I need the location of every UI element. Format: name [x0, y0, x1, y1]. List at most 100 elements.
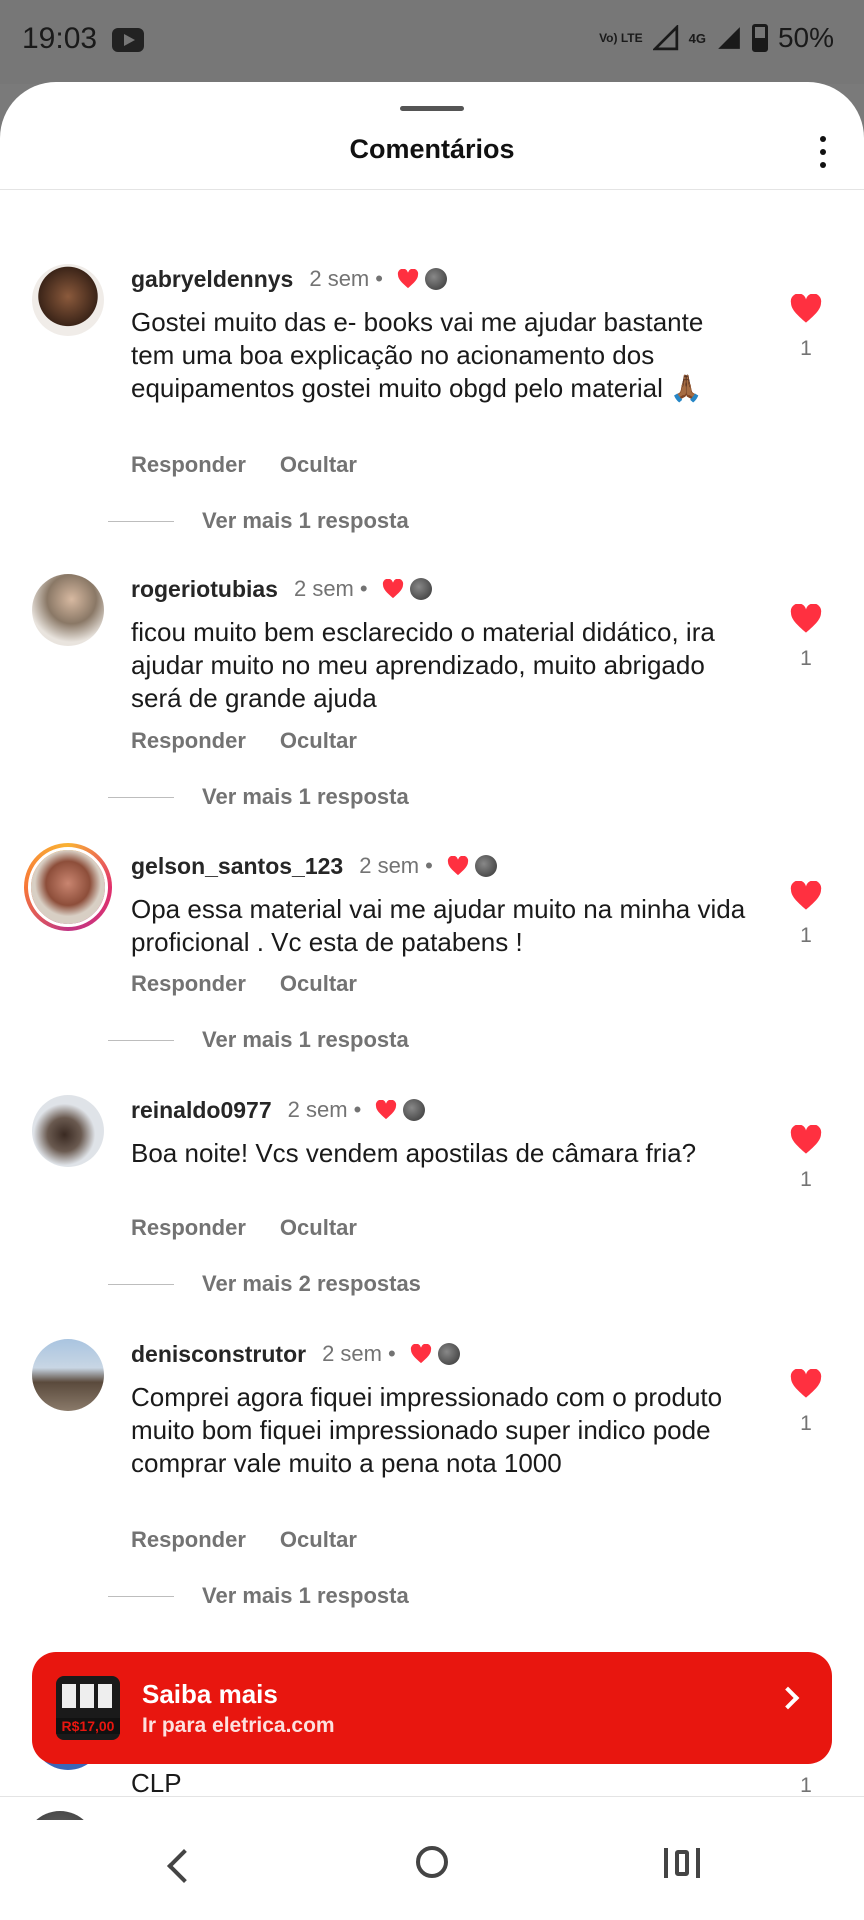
like-count: 1 [800, 1774, 812, 1797]
like-column: 1 [786, 603, 826, 671]
hide-button[interactable]: Ocultar [280, 971, 357, 997]
creator-avatar [403, 1099, 426, 1121]
comment-text: ficou muito bem esclarecido o material d… [131, 617, 715, 713]
heart-icon[interactable] [789, 880, 823, 911]
view-replies-button[interactable]: Ver mais 1 resposta [108, 1027, 409, 1053]
like-column: 1 [786, 880, 826, 948]
creator-avatar [474, 855, 497, 877]
system-navigation-bar [0, 1820, 864, 1920]
heart-icon[interactable] [789, 293, 823, 324]
comment-time: 2 sem [293, 576, 354, 601]
like-column: 1 [786, 1124, 826, 1192]
battery-level: 50% [777, 22, 834, 53]
hide-button[interactable]: Ocultar [280, 728, 357, 754]
comment-time: 2 sem [309, 266, 370, 291]
avatar[interactable] [32, 574, 104, 646]
network-type: 4G [688, 30, 706, 46]
comment-actions: Responder Ocultar [131, 1215, 357, 1241]
status-time: 19:03 [22, 22, 98, 55]
hide-button[interactable]: Ocultar [280, 1215, 357, 1241]
heart-icon[interactable] [789, 603, 823, 634]
view-replies-button[interactable]: Ver mais 1 resposta [108, 508, 409, 534]
comment-time: 2 sem [287, 1097, 348, 1122]
chevron-right-icon [776, 1686, 800, 1710]
sheet-title: Comentários [349, 134, 515, 164]
like-count: 1 [800, 1168, 812, 1191]
view-replies-button[interactable]: Ver mais 1 resposta [108, 1583, 409, 1609]
comment-header: gelson_santos_123 2 sem • [131, 851, 497, 881]
comment-text: Comprei agora fiquei impressionado com o… [131, 1382, 723, 1478]
creator-liked-heart-icon [382, 579, 403, 599]
like-column: 1 [786, 1368, 826, 1436]
reply-button[interactable]: Responder [131, 728, 246, 754]
comment-actions: Responder Ocultar [131, 1527, 357, 1553]
hide-button[interactable]: Ocultar [280, 1527, 357, 1553]
view-replies-label: Ver mais 1 resposta [202, 1027, 409, 1052]
like-column: 1 [786, 293, 826, 361]
avatar-with-story-ring[interactable] [24, 843, 112, 931]
creator-liked-heart-icon [397, 269, 419, 289]
comment-header: gabryeldennys 2 sem • [131, 264, 447, 294]
more-vertical-icon [820, 136, 826, 142]
comments-list: gabryeldennys 2 sem • Gostei muito das e… [0, 190, 864, 1810]
comment-time: 2 sem [359, 853, 420, 878]
creator-liked-heart-icon [376, 1100, 397, 1120]
username[interactable]: gabryeldennys [131, 266, 293, 293]
view-replies-label: Ver mais 1 resposta [202, 784, 409, 809]
like-count: 1 [800, 647, 812, 670]
heart-icon[interactable] [789, 1124, 823, 1155]
comment-text: CLP [131, 1768, 182, 1798]
battery-icon [751, 24, 768, 52]
comment-header: denisconstrutor 2 sem • [131, 1339, 460, 1369]
username[interactable]: denisconstrutor [131, 1341, 306, 1368]
creator-liked-heart-icon [410, 1344, 431, 1364]
comment-text: Gostei muito das e- books vai me ajudar … [131, 307, 704, 403]
signal-icon [652, 25, 678, 51]
sponsored-cta-banner[interactable]: R$17,00 Saiba mais Ir para eletrica.com [32, 1652, 832, 1764]
creator-avatar [424, 268, 447, 290]
like-count: 1 [800, 1412, 812, 1435]
view-replies-button[interactable]: Ver mais 1 resposta [108, 784, 409, 810]
recent-apps-icon[interactable] [664, 1848, 700, 1878]
comment-text: Boa noite! Vcs vendem apostilas de câmar… [131, 1138, 697, 1168]
username[interactable]: reinaldo0977 [131, 1097, 272, 1124]
view-replies-label: Ver mais 1 resposta [202, 1583, 409, 1608]
view-replies-button[interactable]: Ver mais 2 respostas [108, 1271, 421, 1297]
username[interactable]: rogeriotubias [131, 576, 278, 603]
comment-header: rogeriotubias 2 sem • [131, 574, 432, 604]
avatar[interactable] [32, 264, 104, 336]
reply-button[interactable]: Responder [131, 971, 246, 997]
creator-avatar [437, 1343, 460, 1365]
comment-time: 2 sem [322, 1341, 382, 1366]
avatar[interactable] [32, 1339, 104, 1411]
ad-thumbnail-price: R$17,00 [56, 1718, 120, 1734]
creator-liked-heart-icon [447, 856, 468, 876]
drag-handle[interactable] [400, 106, 464, 111]
view-replies-label: Ver mais 2 respostas [202, 1271, 421, 1296]
like-count: 1 [800, 337, 812, 360]
hide-button[interactable]: Ocultar [280, 452, 357, 478]
status-indicators: Vo) LTE 4G 50% [599, 22, 834, 54]
avatar[interactable] [32, 1095, 104, 1167]
creator-avatar [409, 578, 432, 600]
comment-actions: Responder Ocultar [131, 452, 357, 478]
ad-thumbnail: R$17,00 [56, 1676, 120, 1740]
comment-actions: Responder Ocultar [131, 728, 357, 754]
status-bar: 19:03 Vo) LTE 4G 50% [0, 0, 864, 84]
username[interactable]: gelson_santos_123 [131, 853, 343, 880]
reply-button[interactable]: Responder [131, 1527, 246, 1553]
more-options-button[interactable] [808, 132, 838, 172]
signal-icon [718, 27, 740, 49]
ad-texts: Saiba mais Ir para eletrica.com [142, 1679, 335, 1738]
reply-button[interactable]: Responder [131, 1215, 246, 1241]
heart-icon[interactable] [789, 1368, 823, 1399]
comment-text: Opa essa material vai me ajudar muito na… [131, 894, 746, 957]
reply-button[interactable]: Responder [131, 452, 246, 478]
like-count: 1 [800, 924, 812, 947]
volte-indicator: Vo) LTE [599, 31, 643, 45]
view-replies-label: Ver mais 1 resposta [202, 508, 409, 533]
home-icon[interactable] [416, 1846, 448, 1878]
comment-header: reinaldo0977 2 sem • [131, 1095, 426, 1125]
comments-sheet: Comentários gabryeldennys 2 sem • Gostei… [0, 82, 864, 1920]
back-icon[interactable] [167, 1849, 201, 1883]
